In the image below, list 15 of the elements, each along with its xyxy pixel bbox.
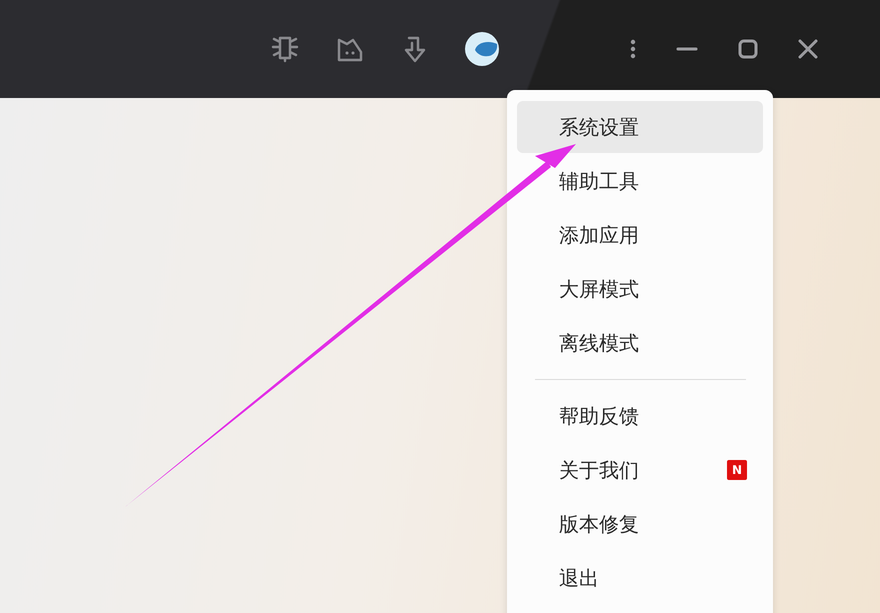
menu-item[interactable]: 大屏模式 — [517, 263, 763, 315]
new-badge: N — [727, 460, 747, 480]
menu-item[interactable]: 辅助工具 — [517, 155, 763, 207]
avatar-icon[interactable] — [463, 30, 501, 68]
menu-item[interactable]: 关于我们 N — [517, 444, 763, 496]
maximize-icon[interactable] — [738, 39, 758, 59]
menu-item[interactable]: 添加应用 — [517, 209, 763, 261]
menu-item[interactable]: 系统设置 — [517, 101, 763, 153]
menu-item[interactable]: 离线模式 — [517, 317, 763, 369]
more-icon[interactable] — [630, 38, 636, 60]
menu-item[interactable]: 退出 — [517, 552, 763, 604]
close-icon[interactable] — [798, 39, 818, 59]
menu-item[interactable]: 帮助反馈 — [517, 390, 763, 442]
minimize-icon[interactable] — [676, 47, 698, 51]
menu-item[interactable]: 版本修复 — [517, 498, 763, 550]
